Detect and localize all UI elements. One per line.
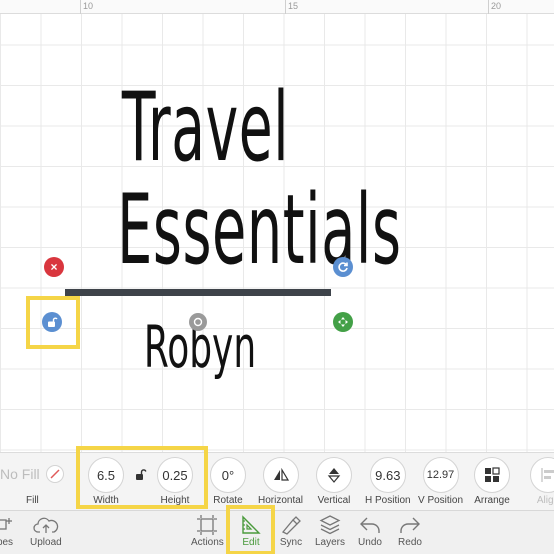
rotate-value[interactable]: 0° xyxy=(210,457,246,493)
flip-vertical-icon[interactable] xyxy=(316,457,352,493)
nav-layers-label: Layers xyxy=(315,537,346,548)
align-label: Align xyxy=(536,495,554,506)
edit-toolbar: No Fill Fill 6.5 Width 0.25 Height 0° Ro… xyxy=(0,446,554,510)
nav-sync[interactable]: Sync xyxy=(278,514,304,548)
nav-undo-label: Undo xyxy=(358,537,382,548)
fill-value: No Fill xyxy=(0,466,40,482)
selected-divider-line[interactable] xyxy=(65,289,331,296)
nav-undo[interactable]: Undo xyxy=(357,514,383,548)
align-icon[interactable] xyxy=(530,457,554,493)
center-pin-icon[interactable] xyxy=(189,313,207,331)
nav-layers[interactable]: Layers xyxy=(315,514,345,548)
redo-icon xyxy=(397,514,423,536)
actions-icon xyxy=(194,514,220,536)
title-line-essentials[interactable]: Essentials xyxy=(117,180,401,280)
top-ruler: 10 15 20 xyxy=(0,0,554,14)
arrange-icon[interactable] xyxy=(474,457,510,493)
rotate-control[interactable]: 0° Rotate xyxy=(210,457,246,506)
flip-horizontal-icon[interactable] xyxy=(262,457,299,493)
ruler-label-20: 20 xyxy=(491,1,502,11)
resize-handle-icon[interactable] xyxy=(333,312,353,332)
design-canvas[interactable]: 10 15 20 Travel Essentials Robyn × xyxy=(0,0,554,452)
nav-upload[interactable]: Upload xyxy=(30,514,62,548)
fill-label: Fill xyxy=(26,495,39,506)
v-position-label: V Position xyxy=(418,495,464,506)
nav-redo-label: Redo xyxy=(398,537,422,548)
nav-upload-label: Upload xyxy=(30,537,62,548)
layers-icon xyxy=(317,514,343,536)
h-position-value[interactable]: 9.63 xyxy=(369,457,406,493)
nav-actions-label: Actions xyxy=(191,537,224,548)
edit-highlight-box xyxy=(226,505,275,554)
ruler-label-15: 15 xyxy=(288,1,299,11)
bottom-nav: pes Upload Actions Edit Sync Layers xyxy=(0,505,554,554)
nav-shapes[interactable]: pes xyxy=(0,514,18,548)
flip-vertical-control[interactable]: Vertical xyxy=(316,457,352,506)
h-position-control[interactable]: 9.63 H Position xyxy=(365,457,411,506)
arrange-control[interactable]: Arrange xyxy=(474,457,510,506)
nav-shapes-label: pes xyxy=(0,537,14,548)
ruler-label-10: 10 xyxy=(83,1,94,11)
h-position-label: H Position xyxy=(365,495,411,506)
nav-sync-label: Sync xyxy=(279,537,303,548)
undo-icon xyxy=(357,514,383,536)
size-highlight-box xyxy=(76,446,208,509)
upload-cloud-icon xyxy=(33,514,59,536)
no-fill-swatch-icon xyxy=(45,465,64,483)
arrange-label: Arrange xyxy=(474,495,510,506)
flip-horizontal-control[interactable]: Horizontal xyxy=(258,457,303,506)
delete-handle-icon[interactable]: × xyxy=(44,257,64,277)
fill-control[interactable]: No Fill xyxy=(0,465,64,483)
v-position-value[interactable]: 12.97 xyxy=(422,457,459,493)
lock-highlight-box xyxy=(26,296,80,349)
title-line-travel[interactable]: Travel xyxy=(122,78,289,178)
sync-icon xyxy=(278,514,304,536)
nav-actions[interactable]: Actions xyxy=(191,514,224,548)
vertical-label: Vertical xyxy=(317,495,351,506)
align-control[interactable]: Align xyxy=(530,457,554,506)
shapes-icon xyxy=(0,514,18,536)
v-position-control[interactable]: 12.97 V Position xyxy=(418,457,463,506)
rotate-handle-icon[interactable] xyxy=(333,257,353,277)
nav-redo[interactable]: Redo xyxy=(397,514,423,548)
